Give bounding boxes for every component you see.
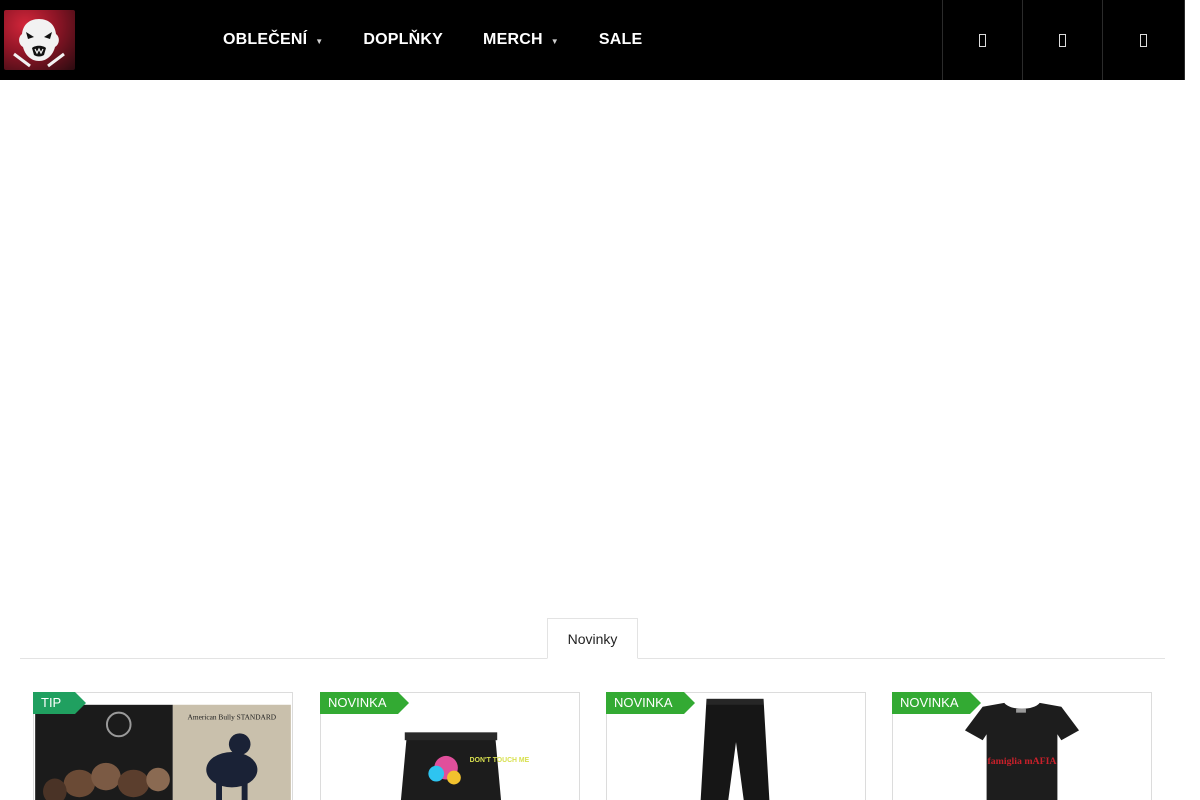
nav-item-label: OBLEČENÍ (223, 31, 308, 48)
cart-button[interactable] (1102, 0, 1185, 80)
pitbull-logo-icon (13, 19, 65, 68)
product-flag: NOVINKA (606, 692, 695, 714)
book-cover-text: American Bully STANDARD (188, 713, 277, 722)
tshirt-print-text: famiglia mAFIA (987, 756, 1057, 767)
nav-item-merch[interactable]: MERCH ▼ (463, 0, 579, 80)
product-flag: NOVINKA (892, 692, 981, 714)
search-button[interactable] (942, 0, 1022, 80)
site-header: OBLEČENÍ ▼ DOPLŇKY MERCH ▼ SALE (0, 0, 1185, 80)
nav-item-sale[interactable]: SALE (579, 0, 662, 80)
chevron-down-icon: ▼ (315, 37, 324, 46)
product-flag: NOVINKA (320, 692, 409, 714)
main-nav: OBLEČENÍ ▼ DOPLŇKY MERCH ▼ SALE (203, 0, 662, 80)
chevron-down-icon: ▼ (550, 37, 559, 46)
shorts-print-text: DON'T TOUCH ME (470, 757, 530, 764)
nav-item-obleceni[interactable]: OBLEČENÍ ▼ (203, 0, 343, 80)
site-logo[interactable] (4, 10, 75, 70)
user-icon (1059, 33, 1066, 47)
search-icon (979, 33, 986, 47)
nav-item-label: SALE (598, 31, 643, 48)
product-flag: TIP (33, 692, 86, 714)
nav-item-label: DOPLŇKY (363, 31, 444, 48)
cart-icon (1140, 33, 1147, 47)
account-button[interactable] (1022, 0, 1102, 80)
header-actions (942, 0, 1185, 80)
nav-item-label: MERCH (483, 31, 543, 48)
nav-item-doplnky[interactable]: DOPLŇKY (343, 0, 463, 80)
tab-novinky[interactable]: Novinky (547, 618, 638, 659)
